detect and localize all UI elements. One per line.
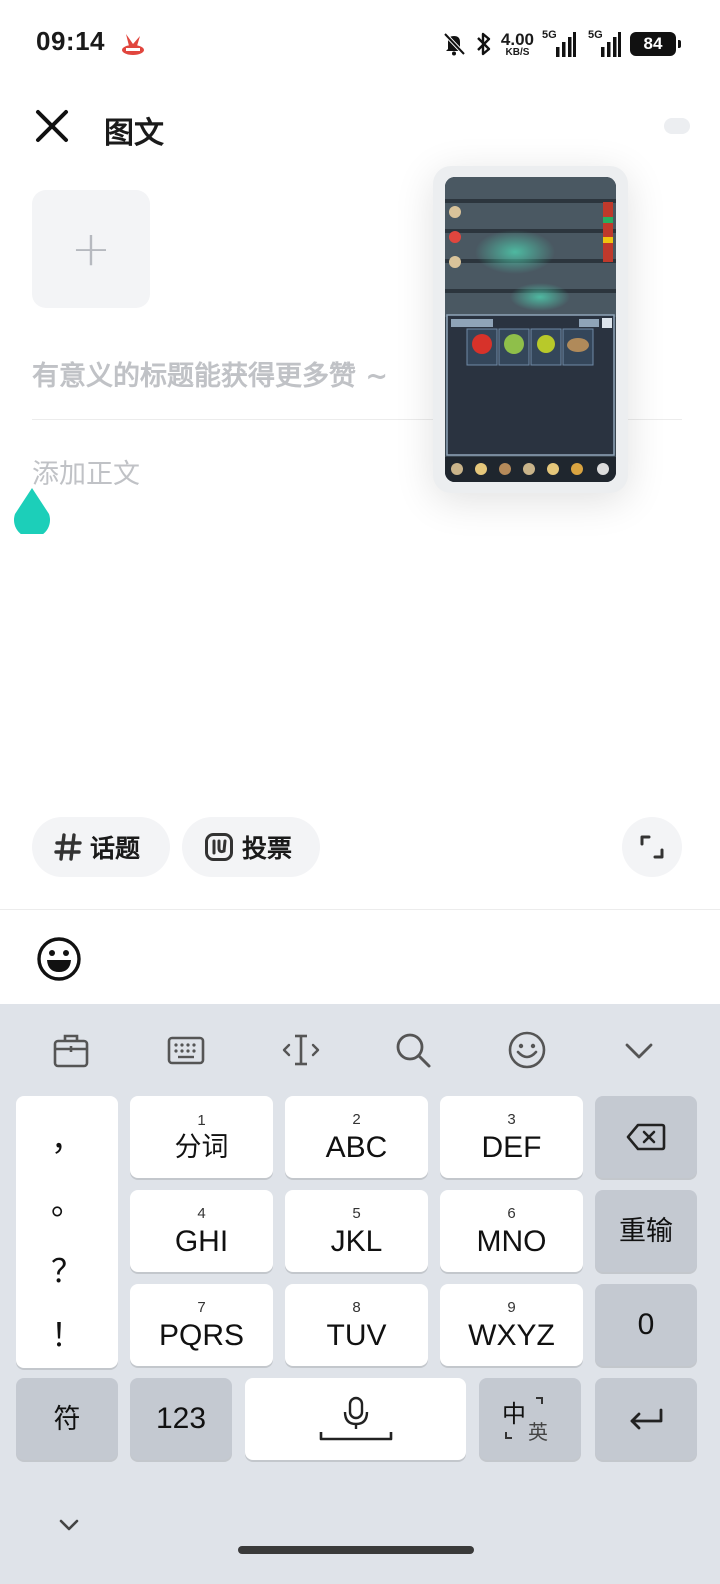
keyboard: ， 。 ？ ！ 1 分词 2 ABC 3 DEF 4 GHI 5 JKL 6 M… (0, 1004, 720, 1584)
key-label: DEF (481, 1130, 542, 1164)
app-notification-icon (122, 34, 144, 55)
enter-key[interactable] (595, 1378, 697, 1460)
key-label: GHI (174, 1224, 229, 1258)
keyboard-toolbar (0, 1004, 720, 1096)
battery-indicator: 84 (630, 32, 681, 56)
cursor-move-icon[interactable] (281, 1030, 321, 1070)
symbol-label: 符 (53, 1403, 81, 1434)
zero-label: 0 (637, 1308, 655, 1341)
page-title: 图文 (104, 116, 164, 151)
punct-comma[interactable]: ， (16, 1114, 118, 1160)
symbol-key[interactable]: 符 (16, 1378, 118, 1460)
zero-key[interactable]: 0 (595, 1284, 697, 1366)
title-input[interactable]: 有意义的标题能获得更多赞 ~ (32, 354, 388, 393)
status-time: 09:14 (36, 26, 105, 56)
backspace-key[interactable] (595, 1096, 697, 1178)
body-input[interactable]: 添加正文 (32, 452, 140, 491)
language-switch-glyph: 中 英 (502, 1394, 558, 1444)
key-num: 7 (197, 1298, 206, 1316)
add-image-button[interactable]: + (32, 190, 150, 308)
key-num: 3 (507, 1110, 516, 1128)
retype-label: 重输 (619, 1215, 673, 1246)
key-label: MNO (476, 1224, 547, 1258)
game-scene-image (445, 177, 616, 482)
key-label: PQRS (158, 1318, 245, 1352)
signal-strength-2: 5G (584, 29, 622, 59)
key-num: 4 (197, 1204, 206, 1222)
retype-key[interactable]: 重输 (595, 1190, 697, 1272)
topic-label: 话题 (90, 834, 141, 863)
numeric-key[interactable]: 123 (130, 1378, 232, 1460)
key-num: 2 (352, 1110, 361, 1128)
vote-icon (205, 833, 233, 861)
key-label: ABC (325, 1130, 388, 1164)
expand-button[interactable] (622, 817, 682, 877)
punctuation-column[interactable]: ， 。 ？ ！ (16, 1096, 118, 1368)
punct-question[interactable]: ？ (16, 1246, 118, 1292)
status-icons: 4.00 KB/S 5G 5G 84 (441, 24, 681, 64)
key-label: JKL (330, 1224, 383, 1258)
key-num: 1 (197, 1112, 206, 1129)
key-8[interactable]: 8 TUV (285, 1284, 428, 1366)
status-bar: 09:14 4.00 KB/S 5G 5G 84 (0, 0, 720, 86)
vote-label: 投票 (242, 834, 293, 863)
expand-icon (640, 835, 664, 859)
signal-bars-icon (556, 32, 576, 57)
signal-strength-1: 5G (542, 29, 576, 59)
text-cursor-handle[interactable] (12, 488, 52, 534)
hashtag-icon (54, 833, 82, 861)
enter-icon (630, 1408, 663, 1430)
network-speed: 4.00 KB/S (501, 31, 534, 58)
numeric-label: 123 (155, 1402, 207, 1435)
key-num: 9 (507, 1298, 516, 1316)
language-switch-key[interactable]: 中 英 (479, 1378, 581, 1460)
hide-keyboard-icon[interactable] (54, 1510, 84, 1540)
punct-period[interactable]: 。 (16, 1178, 118, 1224)
key-4[interactable]: 4 GHI (130, 1190, 273, 1272)
signal-bars-icon (601, 32, 621, 57)
space-key[interactable] (245, 1378, 466, 1460)
key-1[interactable]: 1 分词 (130, 1096, 273, 1178)
game-screenshot (445, 177, 616, 482)
home-indicator[interactable] (238, 1546, 474, 1554)
keyboard-icon[interactable] (166, 1030, 206, 1070)
publish-button[interactable] (664, 118, 690, 134)
clipboard-icon[interactable] (51, 1030, 91, 1070)
net-speed-unit: KB/S (505, 46, 530, 58)
toolbar-divider (0, 909, 720, 910)
vote-chip[interactable]: 投票 (182, 817, 320, 877)
key-label: WXYZ (468, 1318, 555, 1352)
key-num: 5 (352, 1204, 361, 1222)
floating-window-preview[interactable] (433, 166, 628, 493)
key-9[interactable]: 9 WXYZ (440, 1284, 583, 1366)
punct-exclaim[interactable]: ！ (16, 1310, 118, 1356)
key-2[interactable]: 2 ABC (285, 1096, 428, 1178)
emoji-icon[interactable] (36, 936, 82, 982)
search-icon[interactable] (393, 1030, 433, 1070)
microphone-icon (319, 1396, 392, 1441)
key-7[interactable]: 7 PQRS (130, 1284, 273, 1366)
key-6[interactable]: 6 MNO (440, 1190, 583, 1272)
key-5[interactable]: 5 JKL (285, 1190, 428, 1272)
key-3[interactable]: 3 DEF (440, 1096, 583, 1178)
net-speed-value: 4.00 (500, 29, 534, 49)
mute-bell-icon (443, 32, 466, 56)
lang-bracket-icon (505, 1397, 543, 1439)
emoji-icon[interactable] (507, 1030, 547, 1070)
chevron-down-icon[interactable] (619, 1030, 659, 1070)
close-icon[interactable] (30, 104, 74, 148)
topic-chip[interactable]: 话题 (32, 817, 170, 877)
key-label: TUV (326, 1318, 387, 1352)
backspace-icon (626, 1123, 666, 1151)
bluetooth-icon (477, 32, 491, 56)
key-num: 6 (507, 1204, 516, 1222)
key-num: 8 (352, 1298, 361, 1316)
key-label: 分词 (174, 1132, 229, 1162)
